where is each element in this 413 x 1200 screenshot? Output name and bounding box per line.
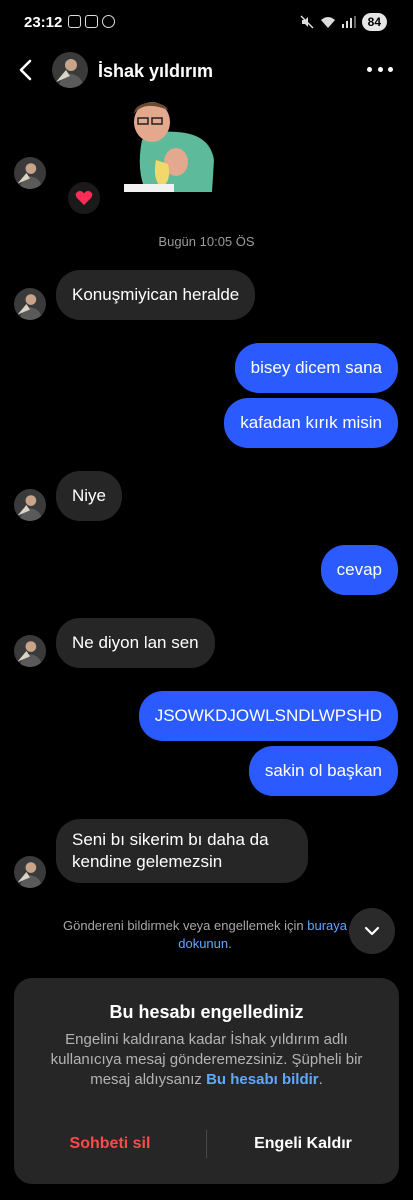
mute-icon [300, 15, 314, 29]
instagram-icon [85, 15, 98, 28]
heart-icon [75, 191, 93, 205]
outgoing-message[interactable]: cevap [320, 545, 398, 595]
report-hint-suffix: . [228, 936, 232, 951]
report-hint: Göndereni bildirmek veya engellemek için… [60, 917, 350, 953]
blocked-account-card: Bu hesabı engellediniz Engelini kaldıran… [14, 978, 399, 1184]
screen-record-icon [68, 15, 81, 28]
battery-badge: 84 [361, 13, 387, 31]
sticker-message[interactable] [122, 100, 218, 192]
back-button[interactable] [12, 56, 40, 84]
incoming-message[interactable]: Seni bı sikerim bı daha da kendine gelem… [56, 819, 308, 883]
sender-avatar[interactable] [14, 635, 46, 667]
sender-avatar[interactable] [14, 856, 46, 888]
status-time: 23:12 [24, 14, 63, 31]
delete-chat-button[interactable]: Sohbeti sil [14, 1128, 206, 1160]
heart-reaction[interactable] [66, 180, 102, 216]
message-timestamp: Bugün 10:05 ÖS [158, 234, 255, 249]
sender-avatar[interactable] [14, 157, 46, 189]
status-app-icons [68, 15, 115, 28]
wifi-icon [320, 16, 335, 28]
dot [367, 66, 372, 72]
signal-icon [341, 16, 356, 28]
chat-header: İshak yıldırım [0, 48, 413, 94]
report-hint-text: Göndereni bildirmek veya engellemek için [63, 918, 308, 933]
sender-avatar[interactable] [14, 288, 46, 320]
chevron-down-icon [364, 926, 380, 936]
blocked-description: Engelini kaldırana kadar İshak yıldırım … [44, 1030, 369, 1090]
outgoing-message[interactable]: sakin ol başkan [248, 746, 398, 796]
incoming-message[interactable]: Niye [56, 471, 123, 521]
whatsapp-icon [102, 15, 115, 28]
unblock-button[interactable]: Engeli Kaldır [207, 1128, 399, 1160]
sender-avatar[interactable] [14, 489, 46, 521]
dot [377, 66, 383, 72]
scroll-down-button[interactable] [349, 908, 395, 954]
dot [388, 66, 393, 72]
contact-avatar[interactable] [52, 52, 88, 88]
blocked-body-end: . [318, 1071, 323, 1088]
chevron-left-icon [19, 59, 32, 81]
more-options-button[interactable] [367, 58, 393, 80]
incoming-message[interactable]: Konuşmiyican heralde [56, 270, 256, 320]
report-account-link[interactable]: Bu hesabı bildir [206, 1071, 319, 1088]
outgoing-message[interactable]: JSOWKDJOWLSNDLWPSHD [138, 691, 398, 741]
incoming-message[interactable]: Ne diyon lan sen [56, 618, 215, 668]
outgoing-message[interactable]: bisey dicem sana [234, 343, 398, 393]
blocked-title: Bu hesabı engellediniz [109, 1002, 304, 1022]
status-bar: 23:12 84 [0, 0, 413, 46]
contact-name[interactable]: İshak yıldırım [98, 61, 213, 82]
outgoing-message[interactable]: kafadan kırık misin [224, 398, 398, 448]
status-indicators: 84 [300, 13, 387, 31]
